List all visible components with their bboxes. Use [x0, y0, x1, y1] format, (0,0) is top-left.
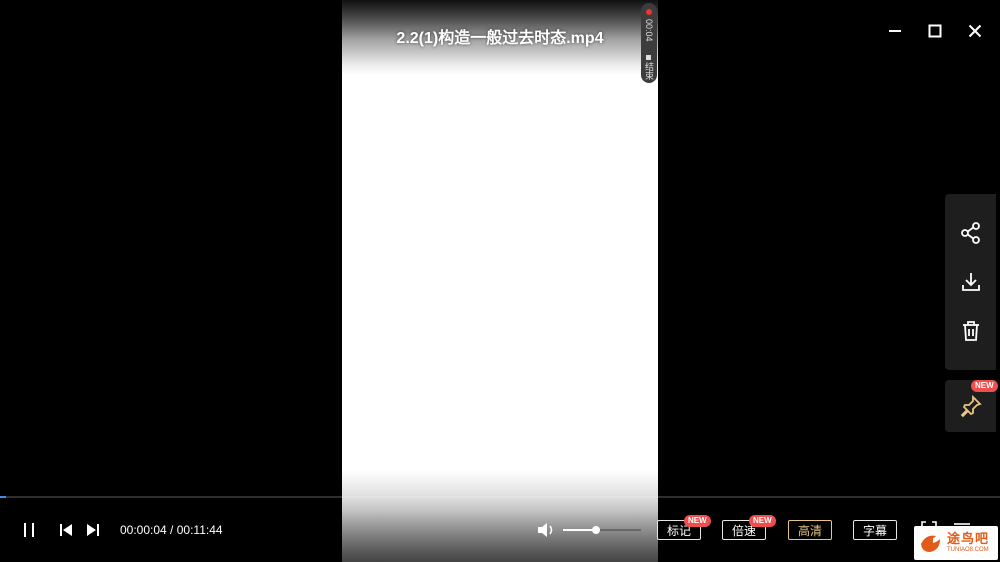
skip-previous-icon — [60, 524, 72, 536]
subtitle-button[interactable]: 字幕 — [853, 520, 897, 540]
volume-button[interactable] — [535, 520, 557, 540]
current-time: 00:00:04 — [120, 523, 167, 537]
mark-new-badge: NEW — [684, 515, 711, 527]
subtitle-label: 字幕 — [862, 523, 887, 538]
volume-icon — [538, 523, 553, 537]
side-panel — [945, 194, 996, 370]
recording-time: 00:04 — [644, 19, 654, 42]
volume-knob[interactable] — [591, 526, 600, 534]
minimize-icon — [889, 30, 901, 32]
time-separator: / — [166, 523, 177, 537]
trash-icon — [962, 321, 979, 342]
stop-icon — [646, 55, 651, 60]
maximize-button[interactable] — [924, 20, 946, 42]
video-area[interactable] — [0, 0, 1000, 562]
quality-button[interactable]: 高清 — [788, 520, 832, 540]
pin-panel[interactable]: NEW — [945, 380, 998, 432]
volume-fill — [563, 529, 596, 531]
watermark-logo: 途鸟吧 TUNIAO8.COM — [914, 526, 998, 560]
share-icon — [960, 221, 980, 244]
watermark-sub: TUNIAO8.COM — [947, 547, 989, 553]
quality-label: 高清 — [797, 523, 822, 538]
delete-button[interactable] — [956, 316, 986, 346]
recording-indicator[interactable]: 00:04 结束 — [641, 3, 657, 83]
pause-button[interactable] — [18, 520, 40, 540]
minimize-button[interactable] — [884, 20, 906, 42]
close-button[interactable] — [964, 20, 986, 42]
volume-slider[interactable] — [563, 526, 641, 534]
bird-logo-icon — [921, 535, 940, 552]
time-display: 00:00:04 / 00:11:44 — [120, 523, 223, 537]
pin-icon — [960, 394, 982, 418]
recording-dot — [646, 9, 652, 15]
pause-icon — [24, 523, 34, 537]
total-time: 00:11:44 — [176, 523, 223, 537]
close-icon — [968, 24, 982, 38]
share-button[interactable] — [956, 218, 986, 248]
video-frame[interactable] — [342, 0, 658, 562]
next-button[interactable] — [83, 520, 103, 540]
watermark-text: 途鸟吧 TUNIAO8.COM — [947, 532, 989, 554]
speed-new-badge: NEW — [749, 515, 776, 527]
skip-next-icon — [87, 524, 99, 536]
previous-button[interactable] — [56, 520, 76, 540]
download-icon — [961, 272, 980, 291]
video-title: 2.2(1)构造一般过去时态.mp4 — [396, 30, 604, 47]
watermark-main: 途鸟吧 — [947, 531, 990, 546]
download-button[interactable] — [956, 267, 986, 297]
maximize-icon — [928, 24, 942, 38]
window-controls — [884, 20, 986, 42]
recording-end-label: 结束 — [644, 62, 654, 80]
pin-new-badge: NEW — [971, 380, 998, 392]
